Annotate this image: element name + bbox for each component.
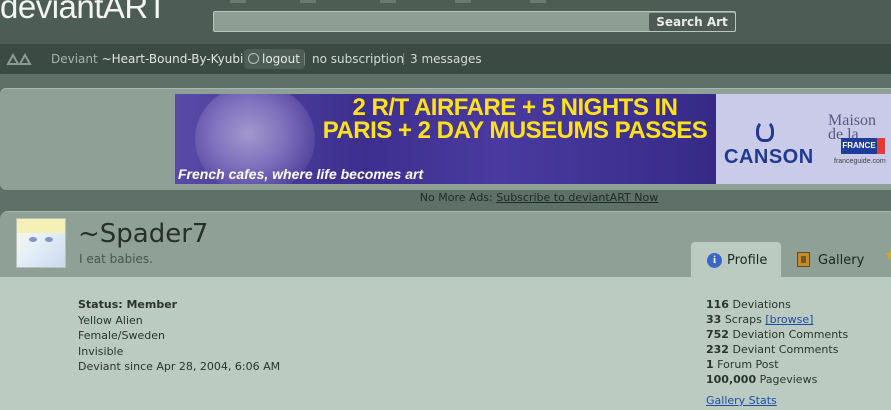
favourites-star-icon[interactable]: ★ bbox=[884, 247, 891, 263]
tab-label: Profile bbox=[727, 253, 768, 268]
no-more-ads-label: No More Ads: bbox=[419, 191, 493, 204]
gallery-stats-link[interactable]: Gallery Stats bbox=[706, 394, 777, 407]
info-line: Yellow Alien bbox=[78, 313, 143, 327]
canson-logo: CANSON bbox=[724, 146, 814, 168]
tab-profile[interactable]: i Profile bbox=[691, 242, 781, 277]
stat-value: 1 bbox=[706, 358, 714, 371]
stat-value: 100,000 bbox=[706, 373, 757, 386]
stat-value: 232 bbox=[706, 343, 729, 356]
stat-value: 752 bbox=[706, 328, 729, 341]
info-line: Invisible bbox=[78, 344, 124, 358]
ad-headline: 2 R/T AIRFARE + 5 NIGHTS IN PARIS + 2 DA… bbox=[315, 94, 715, 144]
user-bar: Deviant ~Heart-Bound-By-Kyubi logout no … bbox=[0, 44, 891, 74]
stat-label: Deviant Comments bbox=[732, 343, 839, 356]
current-username-link[interactable]: ~Heart-Bound-By-Kyubi bbox=[102, 52, 244, 66]
franceguide-url: franceguide.com bbox=[834, 158, 886, 165]
stat-row: 33 Scraps [browse] bbox=[706, 312, 848, 327]
france-badge: FRANCE bbox=[841, 138, 885, 154]
nav-tab-stub[interactable] bbox=[455, 0, 471, 3]
divider bbox=[403, 53, 404, 65]
nav-tab-stub[interactable] bbox=[300, 0, 316, 3]
nav-tab-stub[interactable] bbox=[380, 0, 396, 3]
logout-label: logout bbox=[262, 52, 300, 66]
stat-label: Forum Post bbox=[717, 358, 779, 371]
divider bbox=[304, 53, 305, 65]
avatar[interactable] bbox=[16, 218, 66, 268]
canson-mark-icon bbox=[756, 120, 774, 142]
ad-photo: 2 R/T AIRFARE + 5 NIGHTS IN PARIS + 2 DA… bbox=[175, 94, 716, 184]
nav-tab-stub[interactable] bbox=[530, 0, 546, 3]
stat-label: Pageviews bbox=[759, 373, 818, 386]
stat-value: 116 bbox=[706, 298, 729, 311]
stat-row: 752 Deviation Comments bbox=[706, 327, 848, 342]
messages-link[interactable]: 3 messages bbox=[410, 52, 482, 66]
ad-banner[interactable]: 2 R/T AIRFARE + 5 NIGHTS IN PARIS + 2 DA… bbox=[175, 94, 891, 184]
deviantart-logo[interactable]: deviantART bbox=[0, 0, 167, 26]
stat-row: 232 Deviant Comments bbox=[706, 342, 848, 357]
logout-button[interactable]: logout bbox=[244, 49, 305, 69]
top-header: deviantART Search Art bbox=[0, 0, 891, 44]
stat-label: Deviation Comments bbox=[732, 328, 849, 341]
ad-headline-line: 2 R/T AIRFARE + 5 NIGHTS IN bbox=[352, 94, 679, 121]
tab-label: Gallery bbox=[818, 253, 865, 268]
browse-scraps-link[interactable]: [browse] bbox=[765, 313, 813, 326]
stat-row: 1 Forum Post bbox=[706, 357, 848, 372]
info-icon: i bbox=[707, 253, 722, 268]
ad-sponsor-area: CANSON Maison de la FRANCE franceguide.c… bbox=[716, 94, 891, 184]
profile-username: ~Spader7 bbox=[78, 219, 209, 249]
current-user: Deviant ~Heart-Bound-By-Kyubi bbox=[51, 52, 243, 66]
search-art-button[interactable]: Search Art bbox=[649, 13, 735, 31]
no-more-ads-bar: No More Ads: Subscribe to deviantART Now bbox=[0, 191, 891, 204]
info-line: Deviant since Apr 28, 2004, 6:06 AM bbox=[78, 360, 281, 373]
gallery-icon bbox=[797, 252, 810, 267]
da-logo-icon[interactable] bbox=[6, 53, 32, 65]
france-badge-text: FRANCE bbox=[842, 141, 876, 150]
peace-icon bbox=[248, 53, 259, 64]
stat-label: Scraps bbox=[724, 313, 762, 326]
stat-row: 116 Deviations bbox=[706, 297, 848, 312]
stat-value: 33 bbox=[706, 313, 722, 326]
subscribe-link[interactable]: Subscribe to deviantART Now bbox=[496, 191, 658, 204]
stat-label: Deviations bbox=[732, 298, 791, 311]
subscription-link[interactable]: no subscription bbox=[312, 52, 404, 66]
member-status: Status: Member bbox=[78, 298, 178, 311]
member-info: Status: Member Yellow Alien Female/Swede… bbox=[78, 297, 280, 375]
nav-tab-stub[interactable] bbox=[230, 0, 246, 3]
tab-gallery[interactable]: Gallery bbox=[781, 242, 881, 277]
profile-stats: 116 Deviations 33 Scraps [browse] 752 De… bbox=[706, 297, 848, 387]
user-prefix: Deviant bbox=[51, 52, 98, 66]
stat-row: 100,000 Pageviews bbox=[706, 372, 848, 387]
ad-tagline: French cafes, where life becomes art bbox=[178, 166, 424, 182]
info-line: Female/Sweden bbox=[78, 329, 165, 342]
ad-headline-line: PARIS + 2 DAY MUSEUMS PASSES bbox=[322, 117, 708, 144]
profile-tagline: I eat babies. bbox=[79, 252, 153, 266]
